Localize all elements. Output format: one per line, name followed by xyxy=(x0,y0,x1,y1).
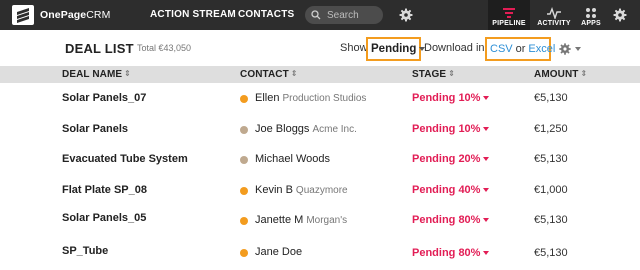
top-nav-bar: OnePageCRM ACTION STREAM CONTACTS PIPELI… xyxy=(0,0,640,30)
show-label: Show xyxy=(340,42,368,54)
contact-status-dot xyxy=(240,156,248,164)
company-name: Acme Inc. xyxy=(312,124,357,135)
chevron-down-icon xyxy=(483,127,490,132)
contact-name[interactable]: Joe Bloggs Acme Inc. xyxy=(255,123,357,135)
deal-name[interactable]: Solar Panels_05 xyxy=(62,212,146,224)
chevron-down-icon xyxy=(483,96,490,101)
chevron-down-icon xyxy=(575,47,581,51)
chevron-down-icon xyxy=(483,251,490,256)
company-name: Morgan's xyxy=(306,215,348,226)
onepagecrm-logo[interactable]: OnePageCRM xyxy=(12,5,110,25)
table-row[interactable]: Evacuated Tube System Michael Woods Pend… xyxy=(0,146,640,177)
gear-icon xyxy=(559,43,571,55)
apps-icon xyxy=(586,8,596,18)
deal-amount: €1,000 xyxy=(534,184,568,196)
app-apps[interactable]: APPS xyxy=(576,0,606,30)
contact-status-dot xyxy=(240,217,248,225)
deal-amount: €5,130 xyxy=(534,153,568,165)
download-or-text: or xyxy=(515,43,526,55)
contact-status-dot xyxy=(240,249,248,257)
search-input[interactable] xyxy=(327,9,379,21)
download-excel-link[interactable]: Excel xyxy=(528,43,555,55)
table-row[interactable]: SP_Tube Jane Doe Pending 80% €5,130 xyxy=(0,239,640,270)
company-name: Production Studios xyxy=(282,93,367,104)
status-filter-dropdown[interactable]: Pending xyxy=(366,37,426,61)
download-csv-link[interactable]: CSV xyxy=(490,43,513,55)
sort-icon: ⇕ xyxy=(448,69,456,78)
app-pipeline[interactable]: PIPELINE xyxy=(488,0,530,30)
activity-icon xyxy=(547,7,561,19)
deal-name[interactable]: SP_Tube xyxy=(62,245,108,257)
deal-amount: €5,130 xyxy=(534,214,568,226)
nav-contacts[interactable]: CONTACTS xyxy=(238,9,294,20)
download-label: Download in xyxy=(424,42,485,54)
table-row[interactable]: Solar Panels_05 Janette M Morgan's Pendin… xyxy=(0,208,640,239)
chevron-down-icon xyxy=(483,188,490,193)
sort-icon: ⇕ xyxy=(290,69,298,78)
sort-icon: ⇕ xyxy=(580,69,588,78)
deal-amount: €1,250 xyxy=(534,123,568,135)
deal-name[interactable]: Solar Panels_07 xyxy=(62,92,146,104)
deal-amount: €5,130 xyxy=(534,247,568,259)
stage-dropdown[interactable]: Pending 80% xyxy=(412,247,490,259)
stage-dropdown[interactable]: Pending 20% xyxy=(412,153,490,165)
download-options: CSV or Excel xyxy=(485,37,555,61)
contact-name[interactable]: Ellen Production Studios xyxy=(255,92,366,104)
nav-action-stream[interactable]: ACTION STREAM xyxy=(150,9,236,20)
contact-name[interactable]: Michael Woods xyxy=(255,153,333,165)
column-header-stage[interactable]: STAGE ⇕ xyxy=(412,69,455,80)
chevron-down-icon xyxy=(483,157,490,162)
stage-dropdown[interactable]: Pending 80% xyxy=(412,214,490,226)
contact-name[interactable]: Janette M Morgan's xyxy=(255,214,347,226)
contact-name[interactable]: Kevin B Quazymore xyxy=(255,184,348,196)
contact-name[interactable]: Jane Doe xyxy=(255,246,305,258)
table-row[interactable]: Solar Panels Joe Bloggs Acme Inc. Pending… xyxy=(0,115,640,146)
deal-name[interactable]: Flat Plate SP_08 xyxy=(62,184,147,196)
column-header-amount[interactable]: AMOUNT ⇕ xyxy=(534,69,587,80)
contact-status-dot xyxy=(240,126,248,134)
deal-total: Total €43,050 xyxy=(137,43,192,53)
column-header-deal-name[interactable]: DEAL NAME ⇕ xyxy=(62,69,131,80)
pipeline-icon xyxy=(503,8,515,18)
deal-name[interactable]: Evacuated Tube System xyxy=(62,153,188,165)
search-icon xyxy=(311,10,321,20)
settings-gear-icon[interactable] xyxy=(398,7,414,23)
stage-dropdown[interactable]: Pending 10% xyxy=(412,123,490,135)
logo-text: OnePageCRM xyxy=(40,9,111,21)
logo-icon xyxy=(12,5,34,25)
sort-icon: ⇕ xyxy=(124,69,131,78)
status-filter-value: Pending xyxy=(371,43,417,55)
page-title: DEAL LIST xyxy=(65,41,134,56)
search-box[interactable] xyxy=(305,6,383,24)
account-settings-gear-icon[interactable] xyxy=(612,7,628,23)
table-row[interactable]: Flat Plate SP_08 Kevin B Quazymore Pendin… xyxy=(0,177,640,208)
deal-name[interactable]: Solar Panels xyxy=(62,123,128,135)
company-name: Quazymore xyxy=(295,185,348,196)
stage-dropdown[interactable]: Pending 40% xyxy=(412,184,490,196)
contact-status-dot xyxy=(240,95,248,103)
list-settings-dropdown[interactable] xyxy=(558,42,581,56)
deal-amount: €5,130 xyxy=(534,92,568,104)
contact-status-dot xyxy=(240,187,248,195)
chevron-down-icon xyxy=(483,218,490,223)
stage-dropdown[interactable]: Pending 10% xyxy=(412,92,490,104)
table-row[interactable]: Solar Panels_07 Ellen Production Studios … xyxy=(0,84,640,115)
column-header-contact[interactable]: CONTACT ⇕ xyxy=(240,69,298,80)
app-activity[interactable]: ACTIVITY xyxy=(533,0,575,30)
